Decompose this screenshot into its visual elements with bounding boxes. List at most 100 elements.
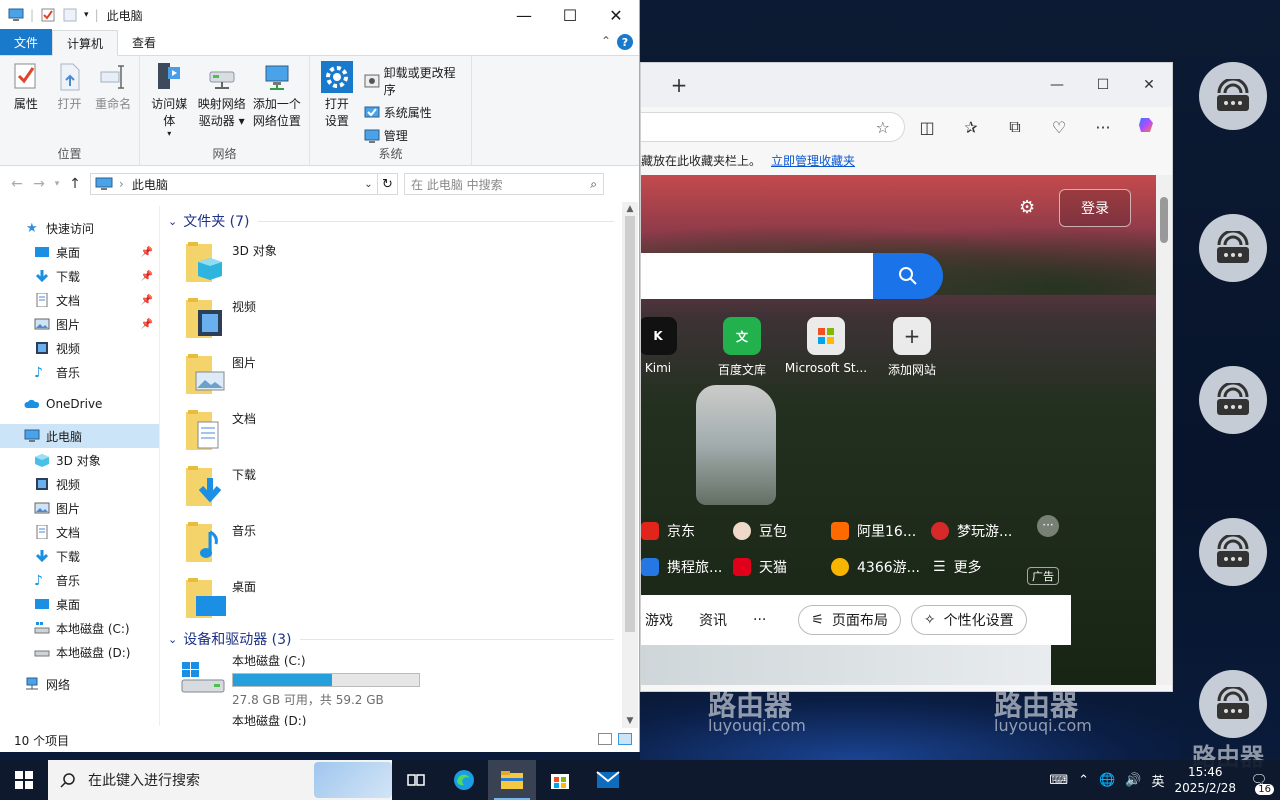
details-view-icon[interactable] — [598, 733, 612, 745]
uninstall-programs-button[interactable]: 卸载或更改程序 — [364, 64, 467, 98]
nav-pc-3d-objects[interactable]: 3D 对象 — [0, 448, 159, 472]
nav-pc-pictures[interactable]: 图片 — [0, 496, 159, 520]
taskbar-store[interactable] — [536, 760, 584, 800]
folder-desktop[interactable]: 桌面 — [160, 570, 622, 626]
nav-network[interactable]: 网络 — [0, 672, 159, 696]
favorite-star-icon[interactable]: ☆ — [876, 118, 890, 137]
links-options-button[interactable]: ··· — [1037, 515, 1059, 537]
folder-music[interactable]: 音乐 — [160, 514, 622, 570]
more-menu-icon[interactable]: ··· — [1081, 118, 1125, 137]
web-search-button[interactable] — [873, 253, 943, 299]
collections-icon[interactable]: ⧉ — [993, 117, 1037, 137]
address-bar[interactable]: ☆ — [641, 112, 905, 142]
tab-file[interactable]: 文件 — [0, 29, 53, 55]
close-button[interactable]: ✕ — [1126, 77, 1172, 93]
link-more[interactable]: ☰ 更多 — [933, 557, 982, 577]
nav-onedrive[interactable]: OneDrive — [0, 392, 159, 416]
feed-tab-games[interactable]: 游戏 — [645, 610, 673, 630]
feed-tab-news[interactable]: 资讯 — [699, 610, 727, 630]
refresh-icon[interactable]: ↻ — [378, 173, 398, 195]
quick-link-baidu-wenku[interactable]: 文 百度文库 — [697, 317, 787, 378]
feed-card-image[interactable] — [641, 645, 1051, 685]
address-bar[interactable]: › 此电脑 ⌄ — [90, 173, 378, 195]
system-properties-button[interactable]: 系统属性 — [364, 104, 467, 121]
taskbar-file-explorer[interactable] — [488, 760, 536, 800]
notification-center-button[interactable]: 🗨 16 — [1246, 767, 1274, 795]
start-button[interactable] — [0, 760, 48, 800]
pin-icon[interactable]: 📌 — [141, 271, 153, 282]
breadcrumb-chevron-icon[interactable]: › — [119, 177, 124, 191]
recent-locations-icon[interactable]: ▾ — [50, 179, 64, 189]
nav-pc-desktop[interactable]: 桌面 — [0, 592, 159, 616]
login-button[interactable]: 登录 — [1059, 189, 1131, 227]
link-mengwan[interactable]: 梦玩游... — [931, 521, 1012, 541]
up-arrow-icon[interactable]: ↑ — [64, 176, 86, 192]
pin-icon[interactable]: 📌 — [141, 247, 153, 258]
large-icons-view-icon[interactable] — [618, 733, 632, 745]
close-button[interactable]: ✕ — [593, 0, 639, 30]
content-scrollbar[interactable]: ▲ ▼ — [622, 202, 638, 728]
back-arrow-icon[interactable]: ← — [6, 176, 28, 192]
clock[interactable]: 15:46 2025/2/28 — [1174, 764, 1236, 796]
chevron-up-icon[interactable]: ⌃ — [1078, 773, 1089, 788]
taskbar-mail[interactable] — [584, 760, 632, 800]
link-tmall[interactable]: 天猫 — [733, 557, 787, 577]
personalize-button[interactable]: ✧ 个性化设置 — [910, 605, 1027, 635]
qat-dropdown-icon[interactable]: ▾ — [84, 10, 89, 20]
minimize-button[interactable]: — — [501, 0, 547, 30]
nav-qa-downloads[interactable]: 下载 📌 — [0, 264, 159, 288]
nav-pc-documents[interactable]: 文档 — [0, 520, 159, 544]
browser-essentials-icon[interactable]: ♡ — [1037, 118, 1081, 137]
nav-pc-drive-c[interactable]: 本地磁盘 (C:) — [0, 616, 159, 640]
taskbar-edge[interactable] — [440, 760, 488, 800]
quick-link-kimi[interactable]: K Kimi — [641, 317, 703, 375]
link-ctrip[interactable]: 携程旅... — [641, 557, 722, 577]
nav-pc-videos[interactable]: 视频 — [0, 472, 159, 496]
favorites-icon[interactable]: ✰ — [949, 118, 993, 137]
network-icon[interactable]: 🌐 — [1099, 773, 1115, 788]
nav-pc-downloads[interactable]: 下载 — [0, 544, 159, 568]
search-input[interactable]: 在 此电脑 中搜索 ⌕ — [404, 173, 604, 195]
link-4366[interactable]: 4366游... — [831, 557, 920, 577]
forward-arrow-icon[interactable]: → — [28, 176, 50, 192]
ribbon-collapse-icon[interactable]: ⌃ — [601, 34, 611, 48]
edge-scrollbar[interactable] — [1156, 175, 1172, 685]
quick-link-microsoft-store[interactable]: Microsoft St... — [781, 317, 871, 375]
copilot-icon[interactable] — [1125, 115, 1169, 139]
new-folder-qat-icon[interactable] — [62, 8, 78, 22]
manage-favorites-link[interactable]: 立即管理收藏夹 — [771, 152, 855, 169]
folder-3d-objects[interactable]: 3D 对象 — [160, 234, 622, 290]
page-layout-button[interactable]: ⚟ 页面布局 — [798, 605, 901, 635]
link-doubao[interactable]: 豆包 — [733, 521, 787, 541]
ime-indicator[interactable]: 英 — [1151, 771, 1164, 790]
pin-icon[interactable]: 📌 — [141, 295, 153, 306]
folders-section-header[interactable]: ⌄ 文件夹 (7) — [160, 208, 622, 234]
tab-computer[interactable]: 计算机 — [52, 30, 119, 56]
nav-qa-pictures[interactable]: 图片 📌 — [0, 312, 159, 336]
nav-quick-access[interactable]: ★ 快速访问 — [0, 216, 159, 240]
nav-pc-drive-d[interactable]: 本地磁盘 (D:) — [0, 640, 159, 664]
search-highlight-image[interactable] — [314, 762, 392, 798]
address-dropdown-icon[interactable]: ⌄ — [359, 178, 377, 190]
nav-this-pc[interactable]: 此电脑 — [0, 424, 159, 448]
taskbar-search[interactable]: 在此键入进行搜索 — [48, 760, 392, 800]
feed-tab-more[interactable]: ··· — [753, 612, 766, 628]
minimize-button[interactable]: — — [1034, 77, 1080, 93]
web-search-input[interactable] — [641, 253, 873, 299]
scroll-thumb[interactable] — [625, 216, 635, 632]
split-screen-icon[interactable]: ◫ — [905, 118, 949, 137]
folder-downloads[interactable]: 下载 — [160, 458, 622, 514]
settings-gear-icon[interactable]: ⚙ — [1019, 197, 1035, 218]
folder-documents[interactable]: 文档 — [160, 402, 622, 458]
volume-icon[interactable]: 🔊 — [1125, 773, 1141, 788]
pin-icon[interactable]: 📌 — [141, 319, 153, 330]
nav-qa-desktop[interactable]: 桌面 📌 — [0, 240, 159, 264]
manage-button[interactable]: 管理 — [364, 127, 467, 144]
maximize-button[interactable]: ☐ — [1080, 77, 1126, 93]
keyboard-icon[interactable]: ⌨ — [1049, 773, 1068, 788]
folder-videos[interactable]: 视频 — [160, 290, 622, 346]
scroll-down-icon[interactable]: ▼ — [622, 716, 638, 726]
link-jd[interactable]: 京东 — [641, 521, 695, 541]
nav-qa-videos[interactable]: 视频 — [0, 336, 159, 360]
add-site-button[interactable]: + 添加网站 — [867, 317, 957, 378]
